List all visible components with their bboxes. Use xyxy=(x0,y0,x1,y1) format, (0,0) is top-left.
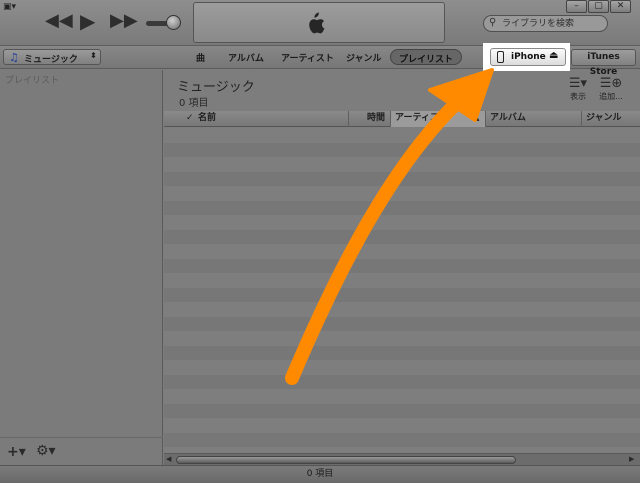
library-select[interactable]: ♫ ミュージック ⬍ xyxy=(3,49,101,65)
minimize-button[interactable]: – xyxy=(566,0,587,13)
scroll-right-icon[interactable]: ▶ xyxy=(629,455,634,463)
sidebar-heading: プレイリスト xyxy=(5,76,60,86)
sidebar-footer: +▾ ⚙▾ xyxy=(0,437,163,465)
search-input[interactable] xyxy=(502,17,602,30)
close-button[interactable]: ✕ xyxy=(610,0,631,13)
table-row xyxy=(164,345,640,360)
iphone-icon xyxy=(497,51,504,63)
view-options-icon: ☰▾ xyxy=(568,76,588,91)
column-time[interactable]: 時間 xyxy=(348,111,390,127)
horizontal-scrollbar[interactable]: ◀ ▶ xyxy=(164,453,640,465)
volume-knob[interactable] xyxy=(166,15,181,30)
next-icon[interactable]: ▶▶ xyxy=(110,11,138,31)
apple-logo-icon xyxy=(309,12,325,34)
menu-icon[interactable]: ▣▾ xyxy=(3,2,21,13)
sidebar: プレイリスト +▾ ⚙▾ xyxy=(0,70,163,465)
add-to-button[interactable]: ☰⊕ 追加... xyxy=(598,77,624,102)
table-row xyxy=(164,418,640,433)
table-row xyxy=(164,258,640,273)
music-note-icon: ♫ xyxy=(9,51,19,64)
table-row xyxy=(164,432,640,447)
table-row xyxy=(164,273,640,288)
itunes-store-button[interactable]: iTunes Store xyxy=(571,49,636,77)
table-row xyxy=(164,229,640,244)
scroll-left-icon[interactable]: ◀ xyxy=(166,455,171,463)
iphone-device-button[interactable]: iPhone ⏏ xyxy=(490,48,566,66)
scrollbar-thumb[interactable] xyxy=(176,456,516,464)
column-album[interactable]: アルバム xyxy=(485,111,581,127)
view-options-button[interactable]: ☰▾ 表示 xyxy=(566,77,590,102)
add-to-label: 追加... xyxy=(599,92,623,101)
iphone-label: iPhone xyxy=(511,52,546,62)
table-row xyxy=(164,302,640,317)
restore-button[interactable]: ▢ xyxy=(588,0,609,13)
table-row xyxy=(164,186,640,201)
sort-ascending-icon: ▲ xyxy=(474,114,480,122)
table-row xyxy=(164,171,640,186)
previous-icon[interactable]: ◀◀ xyxy=(45,11,73,31)
search-icon: ⚲ xyxy=(489,17,497,28)
play-icon[interactable]: ▶ xyxy=(80,11,95,31)
tab-albums[interactable]: アルバム xyxy=(228,51,264,64)
table-row xyxy=(164,403,640,418)
eject-icon[interactable]: ⏏ xyxy=(549,50,558,61)
main-panel: ミュージック 0 項目 ☰▾ 表示 ☰⊕ 追加... ✓ 名前 時間 アーティス… xyxy=(164,70,640,465)
list-header: ✓ 名前 時間 アーティスト ▲ アルバム ジャンル xyxy=(164,111,640,127)
column-name[interactable]: 名前 xyxy=(194,111,348,127)
table-row xyxy=(164,316,640,331)
table-row xyxy=(164,360,640,375)
table-row xyxy=(164,157,640,172)
tab-artists[interactable]: アーティスト xyxy=(281,51,334,64)
add-icon[interactable]: +▾ xyxy=(7,444,26,460)
table-row xyxy=(164,389,640,404)
player-toolbar: ▣▾ ◀◀ ▶ ▶▶ – ▢ ✕ ⚲ xyxy=(0,0,640,46)
select-arrows-icon: ⬍ xyxy=(90,51,97,60)
column-genre[interactable]: ジャンル xyxy=(581,111,640,127)
tab-songs[interactable]: 曲 xyxy=(196,51,205,64)
view-options-label: 表示 xyxy=(570,92,586,101)
song-list: ✓ 名前 時間 アーティスト ▲ アルバム ジャンル xyxy=(164,111,640,453)
gear-icon[interactable]: ⚙▾ xyxy=(36,443,56,459)
search-box: ⚲ xyxy=(483,15,608,32)
column-artist[interactable]: アーティスト xyxy=(390,111,485,127)
table-row xyxy=(164,331,640,346)
item-count: 0 項目 xyxy=(179,98,209,109)
table-row xyxy=(164,200,640,215)
lcd-display xyxy=(193,2,445,43)
tab-genres[interactable]: ジャンル xyxy=(346,51,382,64)
table-row xyxy=(164,128,640,143)
table-row xyxy=(164,244,640,259)
library-label: ミュージック xyxy=(24,55,78,65)
page-title: ミュージック xyxy=(177,80,255,95)
table-row xyxy=(164,215,640,230)
add-to-list-icon: ☰⊕ xyxy=(599,76,623,91)
tab-playlists[interactable]: プレイリスト xyxy=(390,49,463,65)
table-row xyxy=(164,287,640,302)
status-bar: 0 項目 xyxy=(0,465,640,483)
table-row xyxy=(164,374,640,389)
list-rows xyxy=(164,128,640,453)
window-controls: – ▢ ✕ xyxy=(566,0,636,14)
table-row xyxy=(164,142,640,157)
